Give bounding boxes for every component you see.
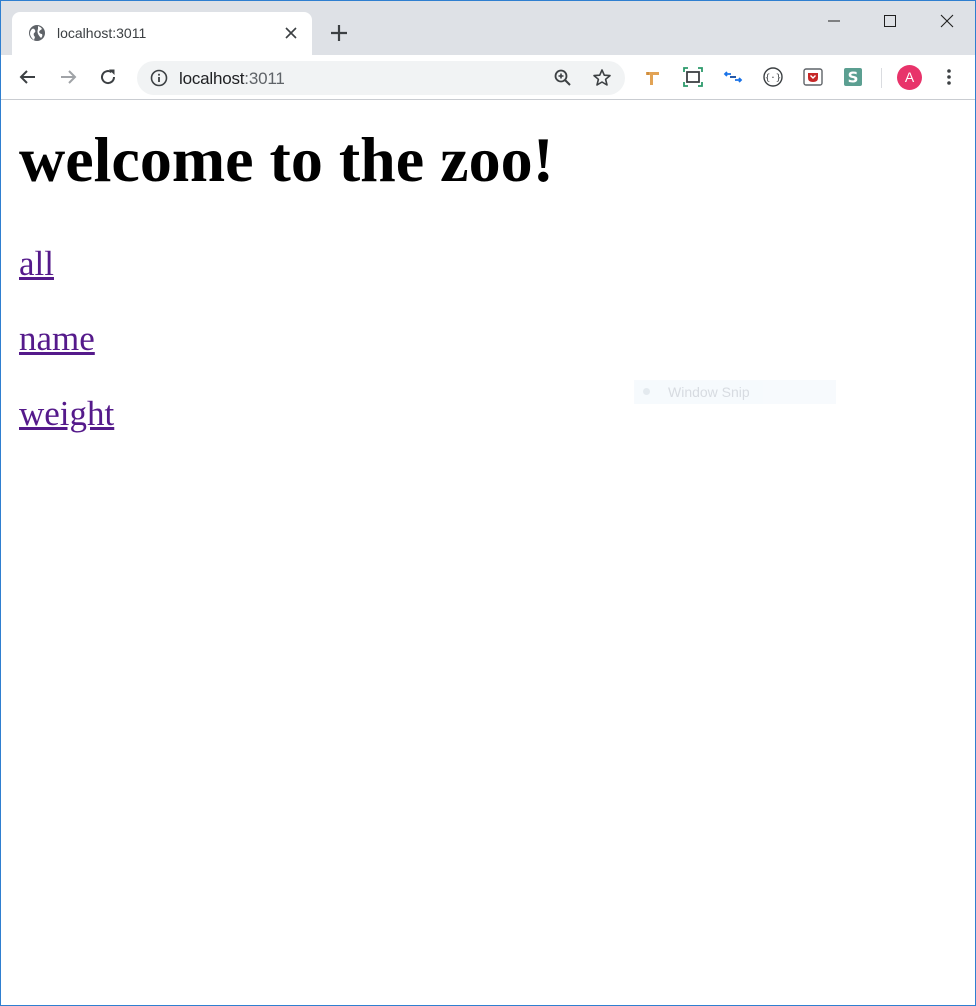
- tab-strip: localhost:3011: [1, 1, 975, 55]
- minimize-icon[interactable]: [824, 11, 844, 31]
- browser-window: localhost:3011 localhost:3011 {·} S A we…: [0, 0, 976, 1006]
- code-extension-icon[interactable]: {·}: [762, 66, 784, 88]
- zoom-in-icon[interactable]: [553, 68, 573, 88]
- tab-title: localhost:3011: [57, 25, 147, 41]
- screenshot-extension-icon[interactable]: [682, 66, 704, 88]
- reload-icon[interactable]: [98, 67, 118, 87]
- link-weight[interactable]: weight: [19, 393, 114, 435]
- avatar[interactable]: A: [897, 65, 922, 90]
- link-all[interactable]: all: [19, 243, 54, 285]
- pocket-extension-icon[interactable]: [802, 66, 824, 88]
- page-content: welcome to the zoo! all name weight Wind…: [1, 101, 975, 1005]
- maximize-icon[interactable]: [880, 11, 900, 31]
- close-icon[interactable]: [284, 26, 298, 40]
- url-host: localhost: [179, 69, 245, 88]
- window-snip-label: Window Snip: [668, 384, 750, 400]
- toolbar-divider: [881, 68, 882, 88]
- page-title: welcome to the zoo!: [19, 124, 554, 195]
- arrow-right-icon[interactable]: [58, 67, 78, 87]
- url-text[interactable]: localhost:3011: [179, 69, 285, 89]
- star-icon[interactable]: [592, 68, 612, 88]
- arrows-extension-icon[interactable]: [722, 66, 744, 88]
- plus-icon[interactable]: [329, 23, 349, 43]
- address-bar[interactable]: localhost:3011: [137, 61, 625, 95]
- snip-indicator-icon: [643, 388, 650, 395]
- arrow-left-icon[interactable]: [18, 67, 38, 87]
- tab-localhost[interactable]: localhost:3011: [12, 12, 312, 55]
- pipe-extension-icon[interactable]: [642, 66, 664, 88]
- url-port: :3011: [244, 69, 285, 88]
- window-close-icon[interactable]: [937, 11, 957, 31]
- svg-text:{·}: {·}: [765, 74, 781, 84]
- svg-text:S: S: [848, 69, 859, 87]
- link-name[interactable]: name: [19, 318, 95, 360]
- info-icon[interactable]: [150, 69, 168, 87]
- s-extension-icon[interactable]: S: [842, 66, 864, 88]
- window-snip-overlay: Window Snip: [634, 380, 836, 404]
- browser-toolbar: localhost:3011 {·} S A: [1, 55, 975, 100]
- globe-icon: [28, 24, 46, 42]
- kebab-menu-icon[interactable]: [939, 67, 959, 87]
